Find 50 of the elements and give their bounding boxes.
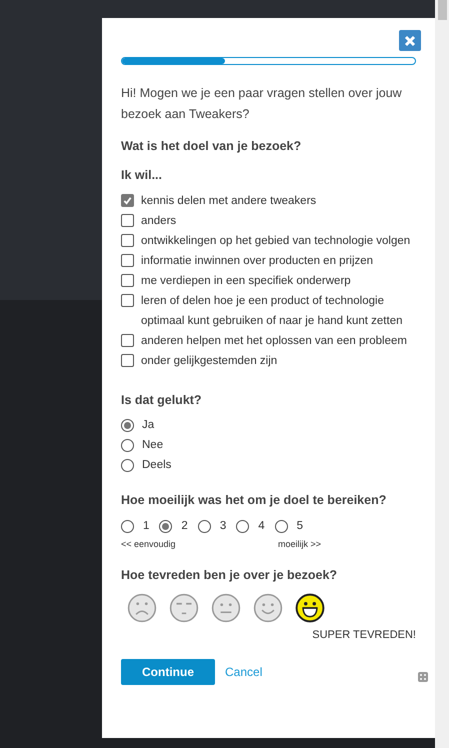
resize-grip-icon[interactable] xyxy=(418,672,428,682)
checkbox[interactable] xyxy=(121,334,134,346)
scale-value[interactable]: 3 xyxy=(220,518,226,536)
face-neutral-icon[interactable] xyxy=(211,592,241,622)
question-heading: Is dat gelukt? xyxy=(121,392,203,409)
continue-button[interactable]: Continue xyxy=(121,659,215,685)
option-label[interactable]: anders xyxy=(141,210,176,230)
option-label[interactable]: Ja xyxy=(142,415,154,436)
scrollbar[interactable] xyxy=(435,0,449,748)
scale-value[interactable]: 4 xyxy=(258,518,265,536)
radio-button[interactable] xyxy=(198,520,211,534)
radio-button[interactable] xyxy=(159,520,172,534)
radio-button[interactable] xyxy=(121,458,134,472)
checkbox[interactable] xyxy=(121,234,134,246)
checkbox[interactable] xyxy=(121,354,134,366)
close-icon xyxy=(404,34,416,46)
scale-high-label: moeilijk >> xyxy=(278,538,321,552)
subheading: Ik wil... xyxy=(121,166,163,184)
option-label[interactable]: me verdiepen in een specifiek onderwerp xyxy=(141,270,351,290)
question-heading: Hoe moeilijk was het om je doel te bereiken? xyxy=(121,492,388,510)
radio-button[interactable] xyxy=(121,418,134,432)
radio-button[interactable] xyxy=(274,520,288,534)
question-heading: Hoe tevreden ben je over je bezoek? xyxy=(121,566,338,584)
option-label[interactable]: informatie inwinnen over producten en prijzen xyxy=(141,250,374,270)
face-sad-icon[interactable] xyxy=(127,592,157,622)
scale-value[interactable]: 2 xyxy=(181,518,188,536)
radio-button[interactable] xyxy=(236,520,250,534)
question-heading: Wat is het doel van je bezoek? xyxy=(121,138,302,155)
option-label[interactable]: Deels xyxy=(142,455,172,476)
option-label[interactable]: kennis delen met andere tweakers xyxy=(141,190,316,210)
scale-value[interactable]: 5 xyxy=(296,518,304,536)
option-label[interactable]: Nee xyxy=(142,435,164,456)
checkbox[interactable] xyxy=(121,254,134,266)
scale-value[interactable]: 1 xyxy=(143,518,150,536)
scale-low-label: << eenvoudig xyxy=(121,538,176,552)
checkbox[interactable] xyxy=(121,294,134,306)
face-smile-icon[interactable] xyxy=(253,592,283,622)
option-label[interactable]: anderen helpen met het oplossen van een probleem xyxy=(141,330,407,350)
face-grin-icon[interactable] xyxy=(295,592,325,622)
checkbox[interactable] xyxy=(121,194,134,206)
checkbox[interactable] xyxy=(121,214,134,226)
close-button[interactable] xyxy=(399,30,421,51)
checkbox[interactable] xyxy=(121,274,134,286)
option-label[interactable]: ontwikkelingen op het gebied van technologie volgen xyxy=(141,230,410,250)
intro-text: Hi! Mogen we je een paar vragen stellen over jouw bezoek aan Tweakers? xyxy=(121,85,403,123)
radio-button[interactable] xyxy=(121,520,134,534)
rating-caption: SUPER TEVREDEN! xyxy=(312,628,416,642)
option-label[interactable]: onder gelijkgestemden zijn xyxy=(141,350,278,370)
radio-button[interactable] xyxy=(121,438,134,452)
face-annoyed-icon[interactable] xyxy=(169,592,199,622)
